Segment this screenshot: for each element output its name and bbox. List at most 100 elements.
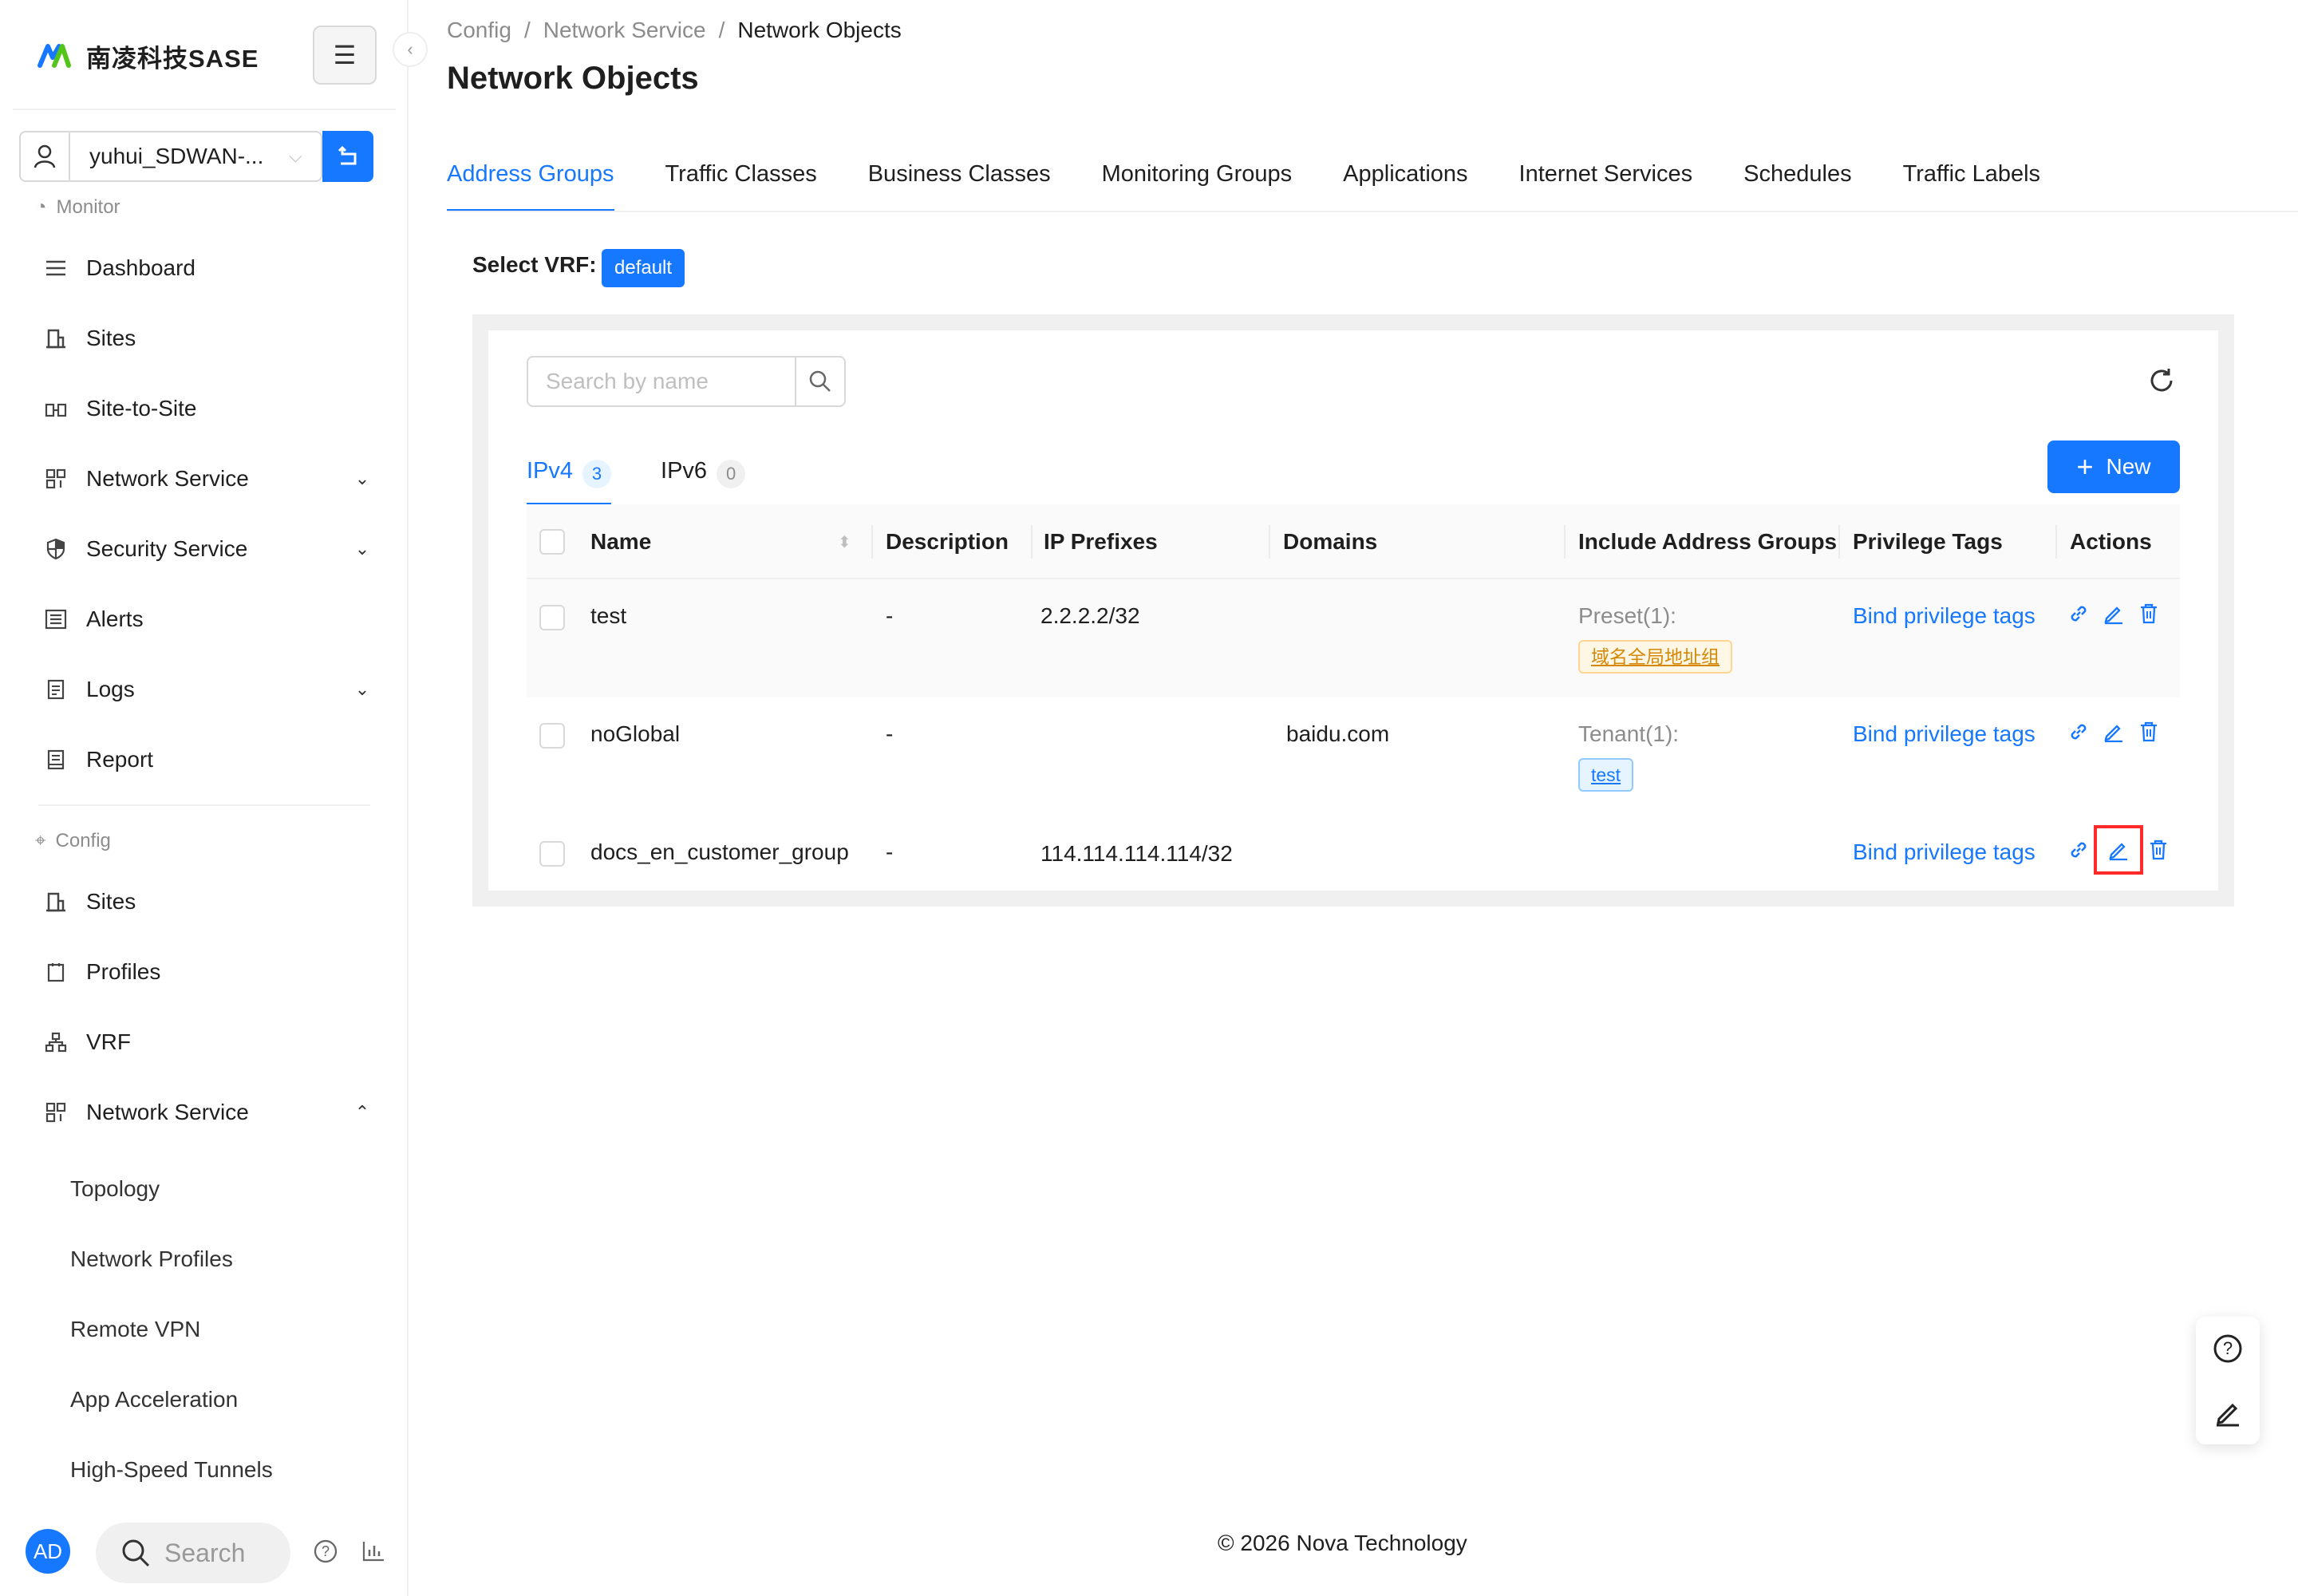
sidebar-item-profiles[interactable]: Profiles [43,948,378,996]
bind-privilege-tags-link[interactable]: Bind privilege tags [1853,839,2035,865]
table-row: docs_en_customer_group - 114.114.114.114… [527,816,2180,887]
search-by-name: Search by name [527,356,846,407]
floating-help-toolbar: ? [2196,1317,2260,1444]
cell-description: - [886,839,894,864]
column-separator [1838,525,1840,559]
sidebar-item-alerts[interactable]: Alerts [43,595,378,643]
sidebar-item-logs[interactable]: Logs ⌄ [43,666,378,713]
plus-icon: + [2076,450,2094,483]
search-input[interactable]: Search by name [528,358,795,405]
feedback-edit-icon[interactable] [2196,1381,2260,1444]
tenant-select[interactable]: yuhui_SDWAN-... ⌵ [19,131,322,182]
tab-ipv4[interactable]: IPv4 3 [527,447,612,506]
row-actions [2067,825,2170,875]
sidebar-collapse-button[interactable]: ‹ [393,32,428,67]
sidebar-item-security-service[interactable]: Security Service ⌄ [43,525,378,573]
chevron-down-icon: ⌵ [289,146,302,166]
sidebar-footer: AD Search ? [0,1519,409,1583]
column-separator [2055,525,2057,559]
bind-privilege-tags-link[interactable]: Bind privilege tags [1853,721,2035,747]
delete-icon[interactable] [2146,838,2170,862]
link-icon[interactable] [2067,838,2091,862]
tab-applications[interactable]: Applications [1343,152,1467,212]
help-icon[interactable]: ? [2196,1317,2260,1381]
global-search-input[interactable]: Search [96,1523,290,1583]
brand-logo[interactable]: 南凌科技SASE [37,32,259,80]
vrf-label: Select VRF: [472,252,597,277]
shield-icon [43,536,69,562]
sidebar-subitem-app-acceleration[interactable]: App Acceleration [70,1376,238,1424]
sidebar: 南凌科技SASE ☰ yuhui_SDWAN-... ⌵ ◔ Monitor Da… [0,0,409,1596]
help-icon[interactable]: ? [311,1537,340,1566]
sidebar-item-report[interactable]: Report [43,736,378,784]
edit-icon[interactable] [2102,720,2126,744]
row-checkbox[interactable] [539,723,565,749]
tab-monitoring-groups[interactable]: Monitoring Groups [1102,152,1293,212]
tab-business-classes[interactable]: Business Classes [868,152,1051,212]
tab-internet-services[interactable]: Internet Services [1519,152,1693,212]
network-icon [43,466,69,492]
sidebar-subitem-remote-vpn[interactable]: Remote VPN [70,1306,200,1353]
tab-ipv6[interactable]: IPv6 0 [661,447,746,506]
vrf-icon [43,1029,69,1055]
refresh-icon[interactable] [2145,364,2178,397]
network-icon [43,1100,69,1125]
row-checkbox[interactable] [539,841,565,867]
include-group-tag[interactable]: test [1578,758,1634,792]
page-title: Network Objects [447,61,699,96]
config-group-label: ⌖ Config [35,830,111,851]
sidebar-subitem-topology[interactable]: Topology [70,1165,160,1213]
tab-traffic-labels[interactable]: Traffic Labels [1903,152,2040,212]
edit-icon[interactable] [2102,602,2126,626]
sidebar-item-sites[interactable]: Sites [43,314,378,362]
count-badge: 0 [717,460,746,488]
copyright-footer: © 2026 Nova Technology [1218,1531,1467,1555]
tenant-name: yuhui_SDWAN-... [89,144,264,168]
search-button[interactable] [795,358,844,405]
row-checkbox[interactable] [539,605,565,630]
building-icon [43,326,69,351]
bind-privilege-tags-link[interactable]: Bind privilege tags [1853,603,2035,629]
avatar[interactable]: AD [26,1529,70,1574]
vrf-select[interactable]: default [602,249,685,287]
sidebar-item-vrf[interactable]: VRF [43,1018,378,1066]
column-separator [871,525,873,559]
sidebar-subitem-network-profiles[interactable]: Network Profiles [70,1235,233,1283]
select-all-checkbox[interactable] [539,529,565,555]
sort-icon[interactable]: ⬍ [838,504,851,579]
column-header-include-address-groups: Include Address Groups [1578,529,1838,554]
tab-address-groups[interactable]: Address Groups [447,152,614,212]
alert-list-icon [43,606,69,632]
hamburger-icon: ☰ [333,41,357,69]
bar-chart-icon[interactable] [359,1537,388,1566]
link-icon[interactable] [2067,720,2091,744]
menu-toggle-button[interactable]: ☰ [313,26,377,85]
sidebar-item-dashboard[interactable]: Dashboard [43,244,378,292]
column-header-description: Description [886,529,1009,554]
new-button[interactable]: + New [2047,440,2180,493]
gauge-icon: ◔ [35,196,47,218]
divider [38,804,370,806]
user-icon [21,132,70,180]
sidebar-item-network-service-config[interactable]: Network Service ⌃ [43,1088,378,1136]
column-header-actions: Actions [2070,529,2152,554]
site-to-site-icon [43,396,69,421]
column-header-domains: Domains [1283,529,1378,554]
sidebar-item-network-service-monitor[interactable]: Network Service ⌄ [43,455,378,503]
breadcrumb-config[interactable]: Config [447,18,511,43]
edit-icon[interactable] [2094,825,2143,875]
tabs-divider [447,211,2298,212]
sidebar-subitem-high-speed-tunnels[interactable]: High-Speed Tunnels [70,1446,273,1494]
tenant-switch-button[interactable] [322,131,373,182]
cell-name: noGlobal [590,721,681,746]
delete-icon[interactable] [2137,602,2161,626]
link-icon[interactable] [2067,602,2091,626]
breadcrumb-network-service[interactable]: Network Service [543,18,706,43]
include-group-tag[interactable]: 域名全局地址组 [1578,640,1732,674]
delete-icon[interactable] [2137,720,2161,744]
tab-schedules[interactable]: Schedules [1743,152,1851,212]
sidebar-item-site-to-site[interactable]: Site-to-Site [43,385,378,433]
tab-traffic-classes[interactable]: Traffic Classes [665,152,817,212]
sidebar-item-config-sites[interactable]: Sites [43,878,378,926]
cell-include-address-groups: Tenant(1): test [1578,721,1679,792]
